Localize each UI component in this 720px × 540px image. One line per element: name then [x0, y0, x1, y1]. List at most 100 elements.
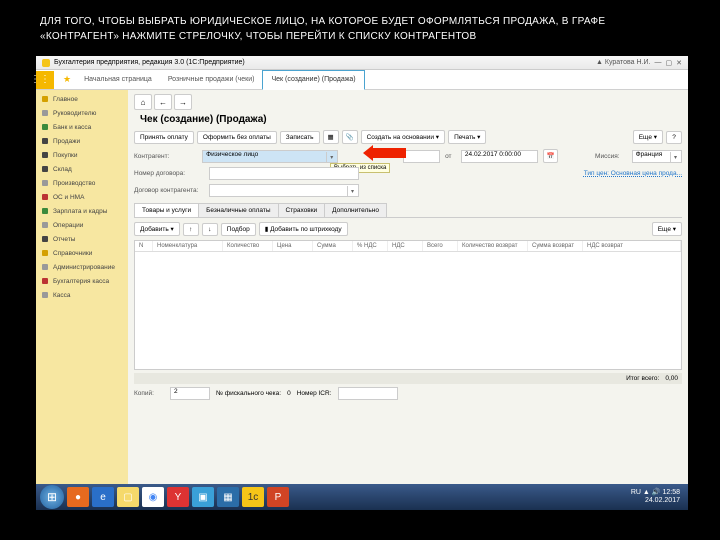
sidebar-item-assets[interactable]: ОС и НМА: [36, 190, 128, 204]
pick-button[interactable]: Подбор: [221, 223, 256, 236]
user-badge[interactable]: ▲ Куратова Н.И.: [596, 59, 650, 66]
sidebar-item-production[interactable]: Производство: [36, 176, 128, 190]
table-header: N Номенклатура Количество Цена Сумма % Н…: [135, 241, 681, 252]
taskbar-explorer-icon[interactable]: ▢: [117, 487, 139, 507]
action-toolbar: Принять оплату Оформить без оплаты Запис…: [134, 130, 682, 144]
top-tab-bar: ⋮⋮⋮ ★ Начальная страница Розничные прода…: [36, 70, 688, 90]
window-title-text: Бухгалтерия предприятия, редакция 3.0 (1…: [54, 59, 245, 66]
system-tray[interactable]: RU ▲ 🔊 12:58 24.02.2017: [631, 489, 684, 504]
help-icon[interactable]: ?: [666, 131, 682, 144]
minimize-icon[interactable]: —: [655, 59, 662, 66]
sidebar-item-purchases[interactable]: Покупки: [36, 148, 128, 162]
start-button[interactable]: ⊞: [40, 485, 64, 509]
fiscal-value: 0: [287, 390, 291, 397]
create-based-button[interactable]: Создать на основании ▾: [361, 130, 446, 144]
print-button[interactable]: Печать ▾: [448, 130, 486, 144]
label-copies: Копий:: [134, 390, 164, 397]
accept-payment-button[interactable]: Принять оплату: [134, 131, 194, 144]
table-more-button[interactable]: Еще ▾: [652, 222, 682, 236]
label-icr: Номер ICR:: [297, 390, 332, 397]
detail-tabs: Товары и услуги Безналичные оплаты Страх…: [134, 203, 682, 218]
sidebar-item-reports[interactable]: Отчеты: [36, 232, 128, 246]
row-up-icon[interactable]: ↑: [183, 223, 199, 236]
document-title: Чек (создание) (Продажа): [140, 114, 682, 125]
taskbar-app2-icon[interactable]: ▦: [217, 487, 239, 507]
forward-icon[interactable]: →: [174, 94, 192, 110]
calendar-icon[interactable]: 📅: [543, 149, 558, 163]
save-button[interactable]: Записать: [280, 131, 320, 144]
clip-icon[interactable]: 📎: [342, 130, 358, 144]
items-table[interactable]: N Номенклатура Количество Цена Сумма % Н…: [134, 240, 682, 370]
label-contragent: Контрагент:: [134, 153, 197, 160]
contragent-field[interactable]: Физическое лицо ▾: [202, 150, 338, 163]
tab-home[interactable]: Начальная страница: [76, 70, 160, 90]
windows-taskbar: ⊞ ● e ▢ ◉ Y ▣ ▦ 1c P RU ▲ 🔊 12:58 24.02.…: [36, 484, 688, 510]
more-button[interactable]: Еще ▾: [633, 130, 663, 144]
copies-row: Копий: 2 № фискального чека: 0 Номер ICR…: [134, 387, 682, 400]
tab-additional[interactable]: Дополнительно: [324, 203, 387, 217]
sidebar-item-accounting[interactable]: Бухгалтерия касса: [36, 274, 128, 288]
table-toolbar: Добавить ▾ ↑ ↓ Подбор ▮ Добавить по штри…: [134, 222, 682, 236]
app-icon: [42, 59, 50, 67]
label-contract-num: Номер договора:: [134, 170, 204, 177]
number-field[interactable]: [403, 150, 440, 163]
tab-noncash[interactable]: Безналичные оплаты: [198, 203, 278, 217]
sidebar-item-refs[interactable]: Справочники: [36, 246, 128, 260]
taskbar-chrome-icon[interactable]: ◉: [142, 487, 164, 507]
post-icon[interactable]: ▦: [323, 130, 339, 144]
sidebar-item-manager[interactable]: Руководителю: [36, 106, 128, 120]
sidebar-item-bank[interactable]: Банк и касса: [36, 120, 128, 134]
contract-num-field[interactable]: [209, 167, 359, 180]
chevron-down-icon[interactable]: ▾: [670, 152, 680, 163]
tab-goods[interactable]: Товары и услуги: [134, 203, 199, 217]
tab-receipt[interactable]: Чек (создание) (Продажа): [262, 70, 364, 90]
contract-field[interactable]: ▾: [209, 184, 359, 197]
sidebar-nav: Главное Руководителю Банк и касса Продаж…: [36, 90, 128, 484]
sidebar-item-operations[interactable]: Операции: [36, 218, 128, 232]
maximize-icon[interactable]: ▢: [666, 59, 673, 67]
chevron-down-icon[interactable]: ▾: [347, 186, 357, 197]
sidebar-item-warehouse[interactable]: Склад: [36, 162, 128, 176]
price-type-link[interactable]: Тип цен: Основная цена прода...: [584, 170, 682, 177]
home-icon[interactable]: ⌂: [134, 94, 152, 110]
favorite-icon[interactable]: ★: [63, 74, 71, 85]
sidebar-item-salary[interactable]: Зарплата и кадры: [36, 204, 128, 218]
main-content: ⌂ ← → Чек (создание) (Продажа) Принять о…: [128, 90, 688, 484]
sidebar-item-cash[interactable]: Касса: [36, 288, 128, 302]
row-contragent: Контрагент: Физическое лицо ▾ от 24.02.2…: [134, 149, 682, 163]
label-ot: от: [445, 153, 456, 160]
app-window: Бухгалтерия предприятия, редакция 3.0 (1…: [36, 56, 688, 484]
label-fiscal: № фискального чека:: [216, 390, 281, 397]
tab-insurance[interactable]: Страховки: [278, 203, 326, 217]
sidebar-item-sales[interactable]: Продажи: [36, 134, 128, 148]
back-icon[interactable]: ←: [154, 94, 172, 110]
apps-grid-icon[interactable]: ⋮⋮⋮: [36, 71, 54, 89]
slide-caption: ДЛЯ ТОГО, ЧТОБЫ ВЫБРАТЬ ЮРИДИЧЕСКОЕ ЛИЦО…: [0, 0, 720, 52]
close-icon[interactable]: ✕: [676, 59, 682, 67]
barcode-button[interactable]: ▮ Добавить по штрихкоду: [259, 222, 348, 236]
label-mission: Миссия:: [595, 153, 627, 160]
add-button[interactable]: Добавить ▾: [134, 222, 180, 236]
row-down-icon[interactable]: ↓: [202, 223, 218, 236]
chevron-down-icon[interactable]: ▾: [326, 152, 336, 163]
date-field[interactable]: 24.02.2017 0:00:00: [461, 150, 538, 163]
taskbar-yandex-icon[interactable]: Y: [167, 487, 189, 507]
icr-field[interactable]: [338, 387, 398, 400]
taskbar-1c-icon[interactable]: 1c: [242, 487, 264, 507]
total-label: Итог всего:: [626, 375, 659, 382]
copies-field[interactable]: 2: [170, 387, 210, 400]
mission-field[interactable]: Франция ▾: [632, 150, 682, 163]
taskbar-app1-icon[interactable]: ▣: [192, 487, 214, 507]
sidebar-item-admin[interactable]: Администрирование: [36, 260, 128, 274]
taskbar-ppt-icon[interactable]: P: [267, 487, 289, 507]
totals-row: Итог всего: 0,00: [134, 373, 682, 384]
sidebar-item-main[interactable]: Главное: [36, 92, 128, 106]
total-value: 0,00: [665, 375, 678, 382]
window-titlebar: Бухгалтерия предприятия, редакция 3.0 (1…: [36, 56, 688, 70]
no-payment-button[interactable]: Оформить без оплаты: [197, 131, 277, 144]
taskbar-ie-icon[interactable]: e: [92, 487, 114, 507]
taskbar-firefox-icon[interactable]: ●: [67, 487, 89, 507]
callout-arrow: [372, 148, 406, 158]
label-contract: Договор контрагента:: [134, 187, 204, 194]
tab-retail[interactable]: Розничные продажи (чеки): [160, 70, 263, 90]
